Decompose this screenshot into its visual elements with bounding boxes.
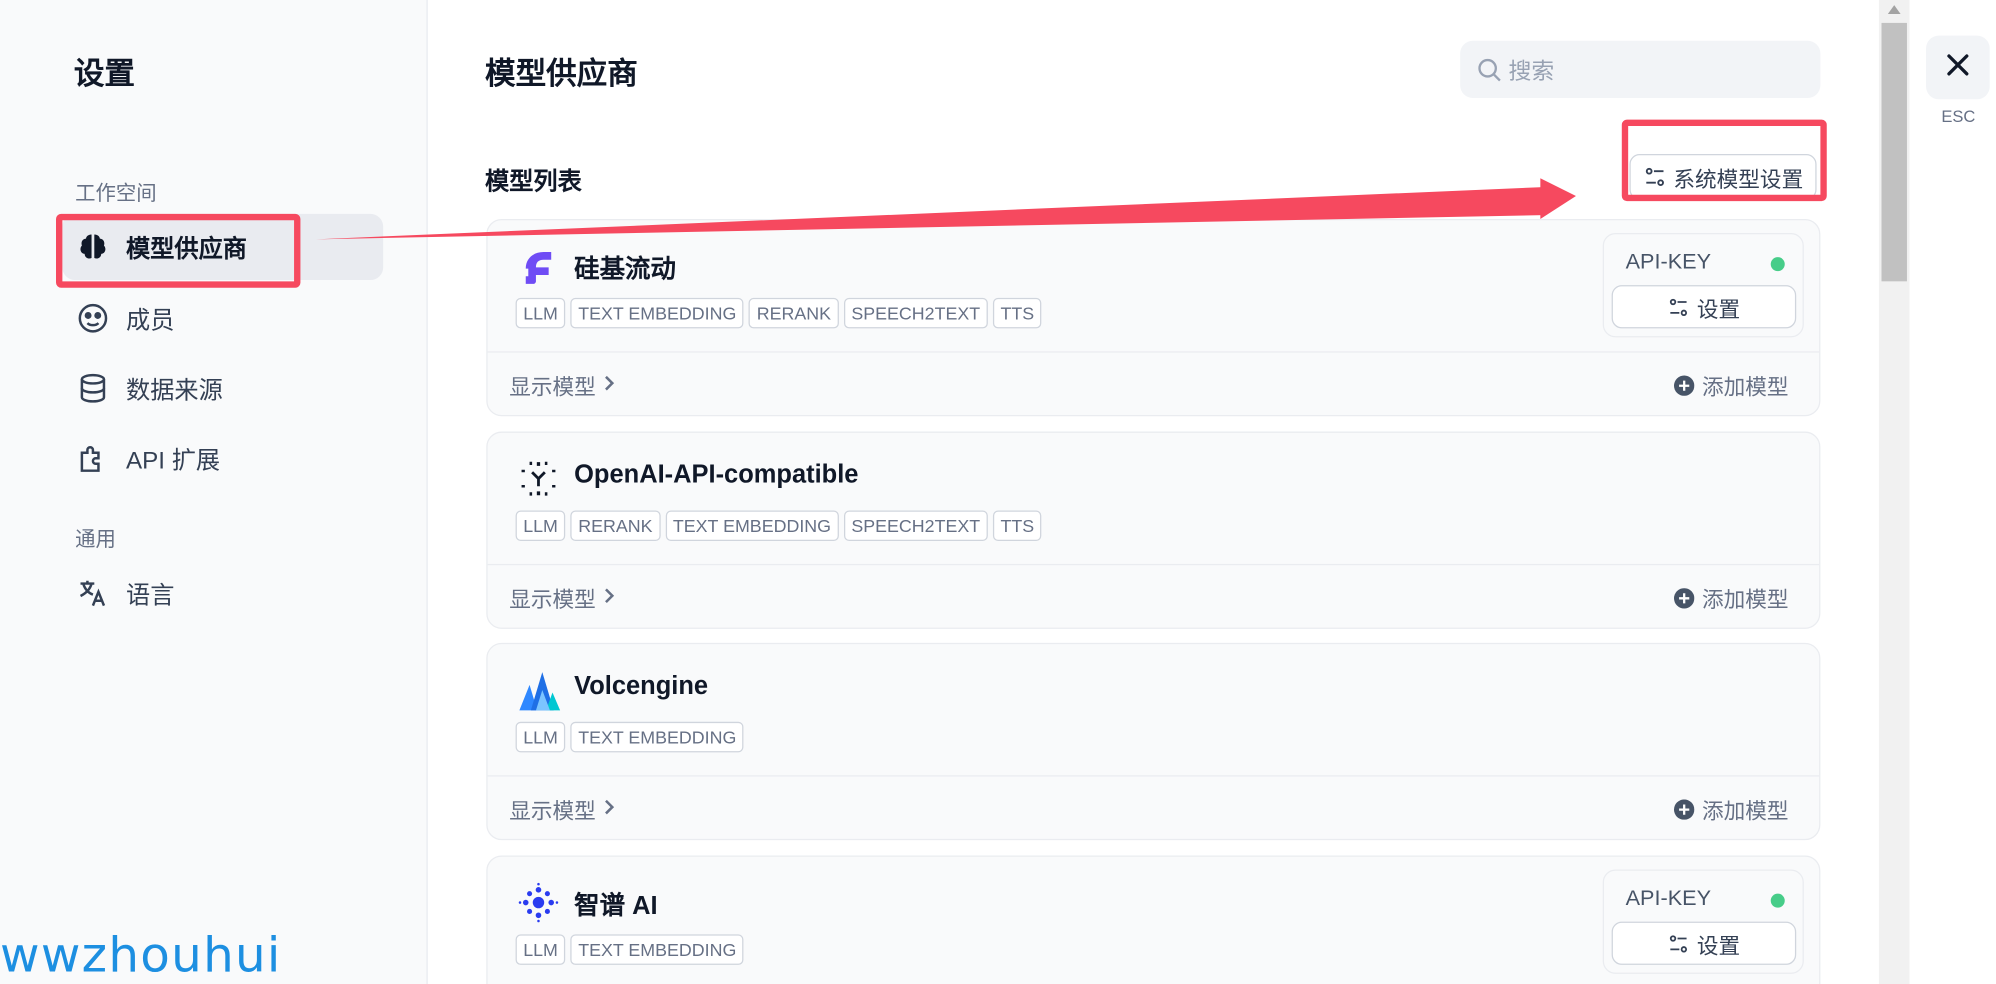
settings-label: 设置 (1696, 933, 1741, 958)
tag: TEXT EMBEDDING (570, 297, 744, 329)
chevron-right-icon (603, 585, 616, 610)
api-key-label: API-KEY (1625, 886, 1712, 911)
sidebar-item-label: 语言 (126, 582, 175, 610)
tag: LLM (515, 934, 566, 965)
tag: SPEECH2TEXT (843, 510, 988, 542)
page-title: 模型供应商 (485, 57, 638, 92)
status-dot (1770, 257, 1785, 272)
provider-tags: LLM RERANK TEXT EMBEDDING SPEECH2TEXT TT… (515, 510, 1042, 542)
api-key-panel: API-KEY 设置 (1602, 869, 1804, 974)
watermark: wwzhouhui (0, 926, 282, 983)
add-model-button[interactable]: 添加模型 (1673, 369, 1789, 401)
section-general-label: 通用 (75, 529, 116, 552)
add-model-label: 添加模型 (1702, 588, 1789, 613)
tag: LLM (515, 721, 566, 753)
provider-name: OpenAI-API-compatible (574, 460, 859, 489)
scroll-up-arrow-icon[interactable] (1887, 5, 1901, 15)
siliconflow-logo-icon (518, 246, 559, 287)
settings-page: 设置 工作空间 模型供应商 成员 数据来源 API 扩展 通用 语言 模型供应商… (0, 0, 1996, 984)
highlight-box-system-settings (1621, 119, 1827, 202)
provider-card-siliconflow: 硅基流动 LLM TEXT EMBEDDING RERANK SPEECH2TE… (486, 218, 1821, 417)
provider-card-openai-compatible: OpenAI-API-compatible LLM RERANK TEXT EM… (486, 431, 1821, 629)
search-input[interactable]: 搜索 (1460, 40, 1821, 99)
settings-label: 设置 (1696, 297, 1741, 322)
zhipu-logo-icon (518, 882, 559, 923)
plus-circle-icon (1673, 798, 1695, 820)
provider-settings-button[interactable]: 设置 (1611, 921, 1797, 965)
tag: TEXT EMBEDDING (570, 934, 744, 965)
add-model-label: 添加模型 (1702, 799, 1789, 824)
sidebar-item-members[interactable]: 成员 (62, 285, 383, 351)
sliders-icon (1668, 296, 1690, 318)
settings-sidebar: 设置 工作空间 模型供应商 成员 数据来源 API 扩展 通用 语言 (0, 0, 428, 984)
close-button[interactable] (1926, 35, 1990, 100)
chevron-right-icon (603, 372, 616, 397)
search-placeholder: 搜索 (1508, 57, 1555, 84)
show-models-button[interactable]: 显示模型 (509, 582, 616, 614)
provider-tags: LLM TEXT EMBEDDING (515, 721, 744, 753)
members-icon (75, 300, 111, 336)
openai-compatible-logo-icon (518, 458, 559, 499)
provider-name: 硅基流动 (574, 255, 676, 284)
tag: TTS (992, 297, 1042, 329)
database-icon (75, 370, 111, 406)
sidebar-item-data-source[interactable]: 数据来源 (62, 355, 383, 421)
add-model-button[interactable]: 添加模型 (1673, 793, 1789, 825)
plus-circle-icon (1673, 374, 1695, 396)
vertical-scrollbar[interactable] (1878, 0, 1910, 984)
show-models-button[interactable]: 显示模型 (509, 793, 616, 825)
esc-hint: ESC (1941, 106, 1976, 127)
show-models-label: 显示模型 (509, 375, 596, 400)
scrollbar-thumb[interactable] (1881, 22, 1907, 282)
sidebar-item-api-extension[interactable]: API 扩展 (62, 425, 383, 491)
sidebar-title: 设置 (73, 57, 135, 92)
puzzle-icon (75, 440, 111, 476)
sidebar-item-label: API 扩展 (126, 447, 221, 475)
tag: TEXT EMBEDDING (665, 510, 839, 542)
translate-icon (75, 575, 111, 611)
sidebar-item-label: 数据来源 (126, 377, 223, 405)
highlight-box-model-provider (56, 213, 301, 288)
tag: TTS (992, 510, 1042, 542)
sidebar-item-language[interactable]: 语言 (62, 560, 383, 626)
search-icon (1475, 55, 1503, 83)
volcengine-logo-icon (518, 670, 561, 711)
show-models-button[interactable]: 显示模型 (509, 369, 616, 401)
tag: RERANK (749, 297, 839, 329)
close-icon (1945, 52, 1970, 84)
tag: LLM (515, 510, 566, 542)
add-model-button[interactable]: 添加模型 (1673, 582, 1789, 614)
tag: SPEECH2TEXT (843, 297, 988, 329)
model-list-title: 模型列表 (485, 169, 582, 197)
chevron-right-icon (603, 796, 616, 821)
tag: RERANK (570, 510, 661, 542)
provider-name: 智谱 AI (574, 892, 658, 921)
sidebar-item-label: 成员 (126, 307, 175, 335)
tag: LLM (515, 297, 566, 329)
api-key-label: API-KEY (1625, 249, 1712, 274)
provider-tags: LLM TEXT EMBEDDING (515, 934, 744, 965)
plus-circle-icon (1673, 587, 1695, 608)
provider-card-volcengine: Volcengine LLM TEXT EMBEDDING 显示模型 添加模型 (486, 642, 1821, 841)
section-workspace-label: 工作空间 (75, 183, 157, 205)
sliders-icon (1668, 932, 1690, 954)
add-model-label: 添加模型 (1702, 375, 1789, 400)
provider-tags: LLM TEXT EMBEDDING RERANK SPEECH2TEXT TT… (515, 297, 1042, 329)
provider-card-zhipu: 智谱 AI LLM TEXT EMBEDDING API-KEY 设置 (486, 855, 1821, 984)
tag: TEXT EMBEDDING (570, 721, 744, 753)
provider-settings-button[interactable]: 设置 (1611, 285, 1797, 329)
status-dot (1770, 893, 1785, 908)
api-key-panel: API-KEY 设置 (1602, 232, 1804, 338)
show-models-label: 显示模型 (509, 588, 596, 613)
provider-name: Volcengine (574, 672, 709, 701)
show-models-label: 显示模型 (509, 799, 596, 824)
